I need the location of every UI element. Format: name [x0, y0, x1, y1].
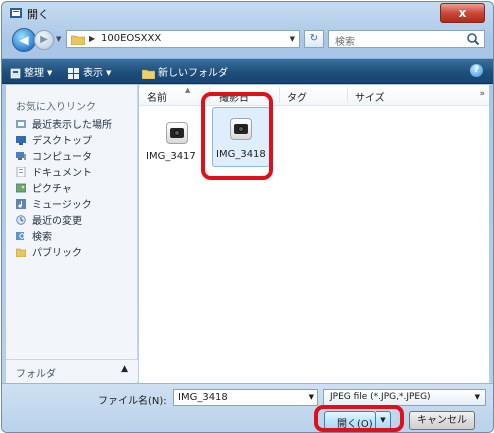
nav-item-label: コンピュータ — [32, 152, 92, 163]
title-bar: 開く x — [2, 2, 493, 24]
sort-arrow-icon: ▲ — [185, 86, 191, 94]
cancel-button[interactable]: キャンセル — [409, 411, 475, 430]
folder-icon — [71, 35, 85, 45]
file-type-select[interactable]: JPEG file (*.JPG,*.JPEG) ▼ — [323, 389, 486, 406]
app-icon — [10, 8, 22, 18]
column-header-name[interactable]: 名前 ▲ — [147, 86, 190, 104]
nav-item-label: ドキュメント — [32, 168, 92, 179]
desktop-icon — [16, 136, 26, 145]
file-list: 名前 ▲ 撮影日 タグ サイズ » IMG_3417 IMG_3418 — [139, 85, 489, 383]
nav-item-label: ピクチャ — [32, 184, 72, 195]
new-folder-button[interactable]: 新しいフォルダ — [142, 64, 228, 79]
chevron-down-icon: ▼ — [474, 393, 480, 401]
close-button[interactable]: x — [440, 3, 485, 23]
navigation-pane: お気に入りリンク 最近表示した場所 デスクトップ コンピュータ ドキュメント ピ… — [6, 85, 138, 383]
nav-item-label: ミュージック — [32, 200, 92, 211]
filename-label: ファイル名(N): — [98, 396, 167, 407]
view-icon — [68, 67, 79, 79]
more-columns-icon[interactable]: » — [479, 89, 485, 99]
dialog-footer: ファイル名(N): IMG_3418 ▼ JPEG file (*.JPG,*.… — [2, 383, 493, 432]
view-dropdown-icon: ▼ — [106, 69, 112, 77]
new-folder-label: 新しいフォルダ — [158, 68, 228, 79]
chevron-up-icon: ▲ — [121, 364, 128, 374]
filename-value: IMG_3418 — [178, 392, 228, 403]
highlight-open-button — [314, 405, 404, 432]
help-icon[interactable]: ? — [470, 64, 483, 77]
open-file-dialog: 開く x ◀ ▶ ▼ ▶ 100EOSXXX ▼ ↻ 検索 整理▼ 表示▼ — [1, 1, 494, 433]
column-divider[interactable] — [279, 87, 280, 103]
nav-item-label: 最近表示した場所 — [32, 120, 112, 131]
column-header-size[interactable]: サイズ — [355, 89, 385, 104]
nav-item-pictures[interactable]: ピクチャ — [16, 182, 112, 198]
refresh-icon: ↻ — [309, 33, 319, 44]
organize-label: 整理 — [24, 68, 44, 79]
recent-places-icon — [16, 120, 26, 128]
filename-input[interactable]: IMG_3418 ▼ — [173, 389, 318, 406]
window-title: 開く — [27, 8, 49, 21]
address-dropdown-icon[interactable]: ▼ — [290, 35, 295, 43]
search-icon[interactable] — [466, 32, 480, 46]
public-folder-icon — [16, 248, 26, 257]
nav-item-documents[interactable]: ドキュメント — [16, 166, 112, 182]
file-name: IMG_3417 — [146, 151, 196, 162]
address-row: ◀ ▶ ▼ ▶ 100EOSXXX ▼ ↻ 検索 — [2, 24, 493, 54]
new-folder-icon — [142, 69, 155, 79]
pictures-icon — [16, 183, 26, 193]
nav-item-desktop[interactable]: デスクトップ — [16, 134, 112, 150]
organize-dropdown-icon: ▼ — [47, 69, 53, 77]
view-label: 表示 — [83, 68, 103, 79]
nav-item-label: 最近の変更 — [32, 216, 82, 227]
recently-changed-icon — [16, 215, 26, 225]
file-type-value: JPEG file (*.JPG,*.JPEG) — [330, 392, 431, 402]
favorite-links-heading: お気に入りリンク — [16, 102, 96, 113]
recent-pages-dropdown-icon[interactable]: ▼ — [56, 35, 61, 43]
camera-lens — [174, 130, 180, 136]
back-arrow-icon[interactable]: ◀ — [12, 28, 36, 52]
nav-item-searches[interactable]: 検索 — [16, 230, 112, 246]
filename-history-dropdown-icon[interactable]: ▼ — [309, 393, 314, 401]
address-bar[interactable]: ▶ 100EOSXXX ▼ — [66, 30, 300, 48]
favorite-links-list: 最近表示した場所 デスクトップ コンピュータ ドキュメント ピクチャ ミュージッ… — [16, 118, 112, 262]
nav-item-label: デスクトップ — [32, 136, 92, 147]
column-divider[interactable] — [347, 87, 348, 103]
organize-button[interactable]: 整理 ▼ — [10, 64, 53, 79]
computer-icon — [16, 152, 26, 160]
nav-item-recently-changed[interactable]: 最近の変更 — [16, 214, 112, 230]
view-button[interactable]: 表示 ▼ — [68, 64, 112, 79]
file-item[interactable]: IMG_3417 — [146, 110, 205, 166]
column-header-tags[interactable]: タグ — [287, 89, 307, 104]
command-bar: 整理 ▼ 表示 ▼ 新しいフォルダ ? — [2, 58, 493, 84]
column-headers: 名前 ▲ 撮影日 タグ サイズ » — [139, 85, 489, 106]
nav-item-public[interactable]: パブリック — [16, 246, 112, 262]
breadcrumb-current-folder[interactable]: 100EOSXXX — [101, 33, 161, 44]
folders-label: フォルダ — [16, 369, 56, 380]
search-placeholder: 検索 — [335, 37, 355, 48]
breadcrumb-separator-icon[interactable]: ▶ — [89, 34, 95, 43]
nav-item-label: 検索 — [32, 232, 52, 243]
music-icon — [16, 199, 26, 209]
documents-icon — [16, 167, 26, 177]
column-header-label: 名前 — [147, 93, 167, 104]
nav-item-recent-places[interactable]: 最近表示した場所 — [16, 118, 112, 134]
nav-item-music[interactable]: ミュージック — [16, 198, 112, 214]
image-file-icon — [166, 122, 188, 144]
searches-icon — [16, 232, 25, 240]
organize-icon — [10, 68, 21, 78]
nav-item-label: パブリック — [32, 248, 82, 259]
refresh-button[interactable]: ↻ — [304, 30, 324, 48]
forward-arrow-icon[interactable]: ▶ — [34, 30, 54, 50]
search-input[interactable]: 検索 — [328, 30, 485, 48]
nav-item-computer[interactable]: コンピュータ — [16, 150, 112, 166]
folders-toggle[interactable]: フォルダ ▲ — [6, 359, 138, 381]
highlight-selected-file — [201, 92, 273, 180]
